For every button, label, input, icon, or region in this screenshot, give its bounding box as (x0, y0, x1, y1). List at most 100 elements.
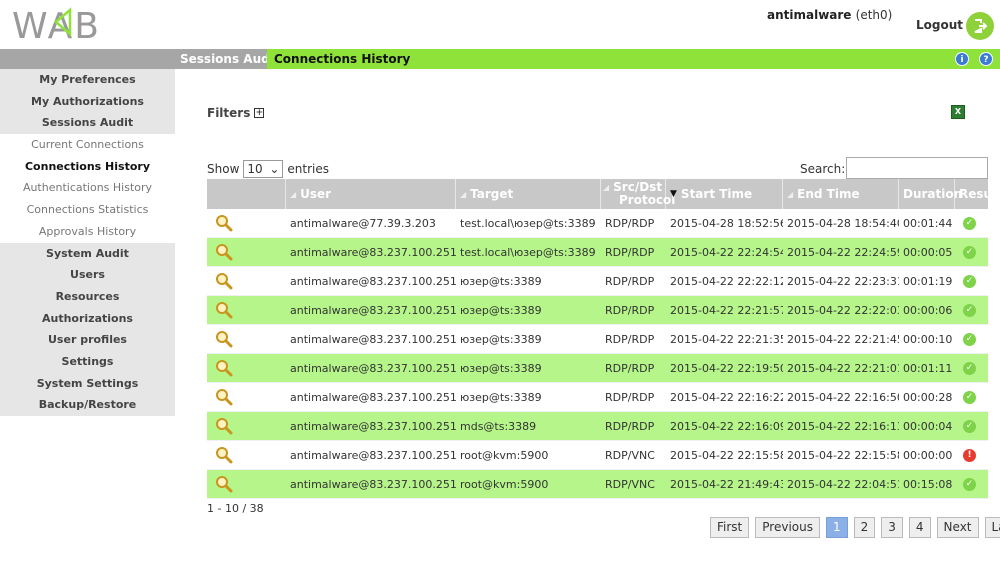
success-check-icon: ✓ (963, 274, 976, 288)
table-row: antimalware@83.237.100.251 юзер@ts:3389 RD… (207, 325, 988, 354)
header-duration[interactable]: Duration (899, 179, 962, 209)
header-protocol[interactable]: ◢ Src/Dst Protocol (601, 179, 675, 209)
entries-select[interactable]: 10 ⌄ (243, 160, 284, 178)
cell-user: antimalware@77.39.3.203 (290, 216, 436, 230)
magnifier-icon[interactable] (215, 388, 233, 406)
cell-end-time: 2015-04-22 22:16:50 (787, 390, 899, 404)
sidebar-item-approvals-history[interactable]: Approvals History (0, 220, 175, 243)
cell-target: юзер@ts:3389 (460, 274, 542, 288)
sidebar-item-backup-restore[interactable]: Backup/Restore (0, 394, 175, 416)
sort-desc-icon: ▼ (670, 189, 677, 199)
search-input[interactable] (846, 157, 988, 179)
help-icon[interactable]: ? (979, 52, 993, 66)
sidebar-item-users[interactable]: Users (0, 264, 175, 286)
header-user[interactable]: ◢ User (286, 179, 456, 209)
view-session-icon[interactable] (207, 446, 286, 464)
sidebar-item-settings[interactable]: Settings (0, 350, 175, 373)
magnifier-icon[interactable] (215, 417, 233, 435)
cell-target: юзер@ts:3389 (460, 361, 542, 375)
sidebar-item-connections-history[interactable]: Connections History (0, 155, 175, 178)
header-icon-col (207, 179, 286, 209)
sidebar-item-sessions-audit[interactable]: Sessions Audit (0, 112, 175, 135)
page-2-button[interactable]: 2 (853, 517, 876, 538)
cell-target: root@kvm:5900 (460, 477, 549, 491)
table-row: antimalware@83.237.100.251 юзер@ts:3389 RD… (207, 296, 988, 325)
cell-duration: 00:00:04 (903, 419, 953, 433)
next-page-button[interactable]: Next (936, 517, 979, 538)
view-session-icon[interactable] (207, 301, 286, 319)
previous-page-button[interactable]: Previous (755, 517, 820, 538)
cell-duration: 00:00:28 (903, 390, 953, 404)
view-session-icon[interactable] (207, 243, 286, 261)
cell-result: ✓ (955, 477, 988, 491)
last-page-button[interactable]: Last (984, 517, 1000, 538)
success-check-icon: ✓ (963, 216, 976, 230)
magnifier-icon[interactable] (215, 214, 233, 232)
page-1-button[interactable]: 1 (825, 517, 848, 538)
logout-link[interactable]: Logout (916, 18, 963, 32)
view-session-icon[interactable] (207, 388, 286, 406)
magnifier-icon[interactable] (215, 301, 233, 319)
cell-result: ✓ (955, 245, 988, 259)
magnifier-icon[interactable] (215, 446, 233, 464)
entries-label: entries (287, 162, 329, 176)
logout-icon[interactable] (966, 12, 994, 40)
sidebar-item-my-preferences[interactable]: My Preferences (0, 69, 175, 91)
sidebar-item-authorizations[interactable]: Authorizations (0, 307, 175, 330)
magnifier-icon[interactable] (215, 359, 233, 377)
cell-target: mds@ts:3389 (460, 419, 537, 433)
page-3-button[interactable]: 3 (881, 517, 903, 538)
cell-end-time: 2015-04-22 22:24:59 (787, 245, 899, 259)
cell-result: ✓ (955, 303, 988, 317)
expand-plus-icon[interactable]: + (254, 108, 265, 118)
sidebar-item-resources[interactable]: Resources (0, 285, 175, 308)
view-session-icon[interactable] (207, 359, 286, 377)
info-icon[interactable]: i (955, 52, 969, 66)
cell-duration: 00:00:00 (903, 448, 953, 462)
success-check-icon: ✓ (963, 361, 976, 375)
sidebar-item-system-audit[interactable]: System Audit (0, 242, 175, 265)
cell-protocol: RDP/RDP (605, 303, 655, 317)
cell-protocol: RDP/VNC (605, 477, 655, 491)
cell-target: юзер@ts:3389 (460, 390, 542, 404)
sidebar-item-user-profiles[interactable]: User profiles (0, 329, 175, 351)
filters-toggle[interactable]: Filters + (207, 106, 265, 120)
sidebar-item-my-authorizations[interactable]: My Authorizations (0, 90, 175, 113)
wab-logo: WAB (12, 4, 122, 47)
header-end-time[interactable]: ◢ End Time (783, 179, 899, 209)
cell-user: antimalware@83.237.100.251 (290, 245, 456, 259)
cell-start-time: 2015-04-28 18:52:56 (670, 216, 783, 230)
sidebar-item-connections-statistics[interactable]: Connections Statistics (0, 199, 175, 221)
range-info: 1 - 10 / 38 (207, 502, 264, 515)
view-session-icon[interactable] (207, 330, 286, 348)
magnifier-icon[interactable] (215, 330, 233, 348)
top-navigation-bar: Sessions Audit Connections History i ? (0, 49, 1000, 69)
magnifier-icon[interactable] (215, 243, 233, 261)
cell-protocol: RDP/RDP (605, 216, 655, 230)
first-page-button[interactable]: First (710, 517, 750, 538)
view-session-icon[interactable] (207, 417, 286, 435)
cell-start-time: 2015-04-22 22:19:50 (670, 361, 783, 375)
success-check-icon: ✓ (963, 419, 976, 433)
magnifier-icon[interactable] (215, 475, 233, 493)
page-4-button[interactable]: 4 (908, 517, 931, 538)
cell-user: antimalware@83.237.100.251 (290, 361, 456, 375)
breadcrumb-connections-history: Connections History (267, 49, 1000, 69)
header-start-time[interactable]: ▼ Start Time (666, 179, 783, 209)
entries-value: 10 (247, 162, 263, 176)
sidebar-item-system-settings[interactable]: System Settings (0, 372, 175, 395)
success-check-icon: ✓ (963, 303, 976, 317)
excel-export-icon[interactable]: X (951, 105, 965, 119)
header-target[interactable]: ◢ Target (456, 179, 601, 209)
cell-user: antimalware@83.237.100.251 (290, 303, 456, 317)
view-session-icon[interactable] (207, 214, 286, 232)
view-session-icon[interactable] (207, 475, 286, 493)
header-result[interactable]: Result (955, 179, 1000, 209)
cell-duration: 00:00:05 (903, 245, 953, 259)
cell-result: ✓ (955, 274, 988, 288)
sidebar-item-authentications-history[interactable]: Authentications History (0, 177, 175, 200)
magnifier-icon[interactable] (215, 272, 233, 290)
table-row: antimalware@83.237.100.251 root@kvm:5900 R… (207, 441, 988, 470)
view-session-icon[interactable] (207, 272, 286, 290)
sidebar-item-current-connections[interactable]: Current Connections (0, 134, 175, 156)
